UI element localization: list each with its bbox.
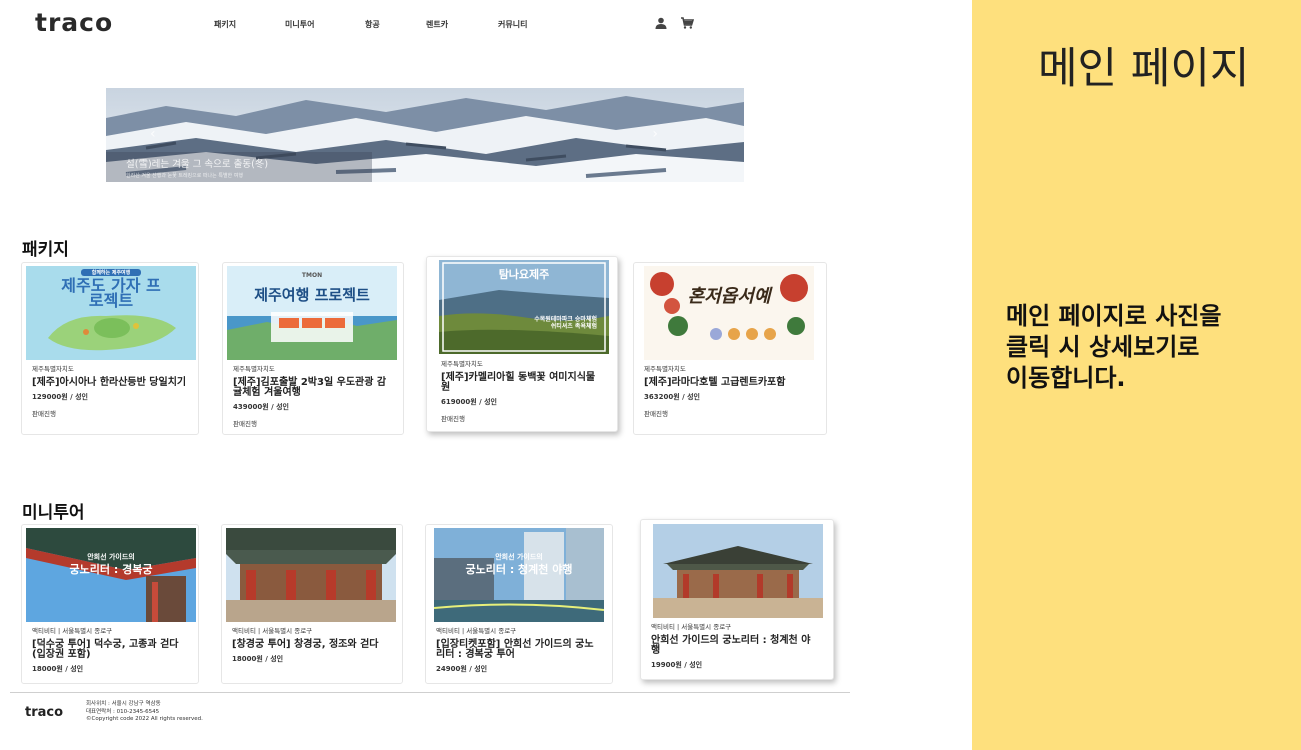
nav-item-package[interactable]: 패키지 [214,19,236,30]
footer-copyright: ©Copyright code 2022 All rights reserved… [86,716,203,722]
banner-next-icon[interactable]: › [652,126,658,142]
package-region: 제주특별자치도 [644,365,686,373]
package-price: 363200원 / 성인 [644,393,700,401]
cart-icon[interactable] [680,16,694,30]
minitour-image-text: 궁노리터 : 경복궁 [69,563,153,576]
package-image-text: 혼저옵서예 [687,286,771,307]
package-section-title: 패키지 [22,240,69,260]
minitour-region: 액티비티 | 서울특별시 종로구 [232,627,313,635]
banner-caption: 설(雪)레는 겨울 그 속으로 출동(冬) 한라산 겨울 산행과 눈꽃 트레킹으… [106,152,372,182]
minitour-card-image[interactable] [653,524,823,618]
site-main: traco 패키지 미니투어 항공 렌트카 커뮤니티 ‹ › 설(雪)레는 겨울… [0,0,972,750]
annotation-title: 메인 페이지 [1038,44,1250,94]
minitour-section-title: 미니투어 [22,503,85,523]
package-status: 판매진행 [441,415,465,423]
main-banner[interactable]: ‹ › 설(雪)레는 겨울 그 속으로 출동(冬) 한라산 겨울 산행과 눈꽃 … [106,88,744,182]
footer-divider [10,692,850,693]
minitour-card-image[interactable] [226,528,396,622]
minitour-title[interactable]: 안희선 가이드의 궁노리터 : 청계천 야행 [651,636,811,656]
package-card-body: 제주특별자치도 [제주]라마다호텔 고급렌트카포함 363200원 / 성인 판… [644,363,804,418]
minitour-card-body: 액티비티 | 서울특별시 종로구 안희선 가이드의 궁노리터 : 청계천 야행 … [651,621,811,670]
annotation-line: 클릭 시 상세보기로 [1006,333,1200,361]
package-card-image[interactable]: 탐나요제주 수목원테마파크 승마체험 쉬티셔츠 족욕체험 [439,260,609,354]
minitour-region: 액티비티 | 서울특별시 종로구 [651,623,732,631]
package-image-text: 제주도 가자 프로젝트 [61,276,161,310]
package-status: 판매진행 [32,410,56,418]
package-price: 129000원 / 성인 [32,393,88,401]
package-price: 619000원 / 성인 [441,398,497,406]
banner-subtitle: 한라산 겨울 산행과 눈꽃 트레킹으로 떠나는 특별한 여행 [126,173,243,179]
footer-info: 회사위치 : 서울시 강남구 역삼동 대표연락처 : 010-2345-6545… [86,701,203,724]
header-icons [654,16,694,30]
package-card-body: 제주특별자치도 [제주]아시아나 한라산등반 당일치기 129000원 / 성인… [32,363,192,418]
annotation-line: 메인 페이지로 사진을 [1006,302,1222,330]
package-image-badge: TMON [301,272,323,279]
nav-item-flight[interactable]: 항공 [365,19,380,30]
user-icon[interactable] [654,16,668,30]
minitour-card-image[interactable]: 안희선 가이드의 궁노리터 : 경복궁 [26,528,196,622]
package-status: 판매진행 [233,420,257,428]
package-image-badge: 함께하는 제주여행 [91,270,131,276]
banner-prev-icon[interactable]: ‹ [150,126,156,142]
package-title[interactable]: [제주]카멜리아힐 동백꽃 여미지식물원 [441,373,601,393]
package-image-text: 탐나요제주 [498,268,550,281]
annotation-description: 메인 페이지로 사진을 클릭 시 상세보기로 이동합니다. [1006,301,1296,394]
minitour-card-body: 액티비티 | 서울특별시 종로구 [창경궁 투어] 창경궁, 정조와 걷다 18… [232,625,392,664]
minitour-title[interactable]: [덕수궁 투어] 덕수궁, 고종과 걷다 (입장권 포함) [32,640,192,660]
package-price: 439000원 / 성인 [233,403,289,411]
minitour-price: 18000원 / 성인 [32,665,84,673]
nav-item-minitour[interactable]: 미니투어 [285,19,314,30]
nav-item-rentcar[interactable]: 렌트카 [426,19,448,30]
package-title[interactable]: [제주]김포출발 2박3일 우도관광 감귤체험 겨울여행 [233,378,393,398]
package-region: 제주특별자치도 [233,365,275,373]
footer-phone: 대표연락처 : 010-2345-6545 [86,708,160,715]
package-card[interactable]: 함께하는 제주여행 제주도 가자 프로젝트 제주특별자치도 [제주]아시아나 한… [21,262,199,435]
minitour-card[interactable]: 액티비티 | 서울특별시 종로구 [창경궁 투어] 창경궁, 정조와 걷다 18… [221,524,403,684]
minitour-price: 18000원 / 성인 [232,655,284,663]
minitour-price: 19900원 / 성인 [651,661,703,669]
footer-address: 회사위치 : 서울시 강남구 역삼동 [86,701,161,707]
package-card-body: 제주특별자치도 [제주]김포출발 2박3일 우도관광 감귤체험 겨울여행 439… [233,363,393,428]
package-card-body: 제주특별자치도 [제주]카멜리아힐 동백꽃 여미지식물원 619000원 / 성… [441,358,601,423]
minitour-card-body: 액티비티 | 서울특별시 종로구 [입장티켓포함] 안희선 가이드의 궁노리터 … [436,625,596,674]
package-card-image[interactable]: 혼저옵서예 [644,266,814,360]
minitour-title[interactable]: [창경궁 투어] 창경궁, 정조와 걷다 [232,640,392,650]
package-image-text: 제주여행 프로젝트 [254,286,370,304]
package-card[interactable]: TMON 제주여행 프로젝트 제주특별자치도 [제주]김포출발 2박3일 우도관… [222,262,404,435]
package-region: 제주특별자치도 [32,365,74,373]
package-status: 판매진행 [644,410,668,418]
minitour-price: 24900원 / 성인 [436,665,488,673]
package-card[interactable]: 탐나요제주 수목원테마파크 승마체험 쉬티셔츠 족욕체험 제주특별자치도 [제주… [426,256,618,432]
package-title[interactable]: [제주]라마다호텔 고급렌트카포함 [644,378,804,388]
main-nav: 패키지 미니투어 항공 렌트카 커뮤니티 [0,19,700,31]
package-region: 제주특별자치도 [441,360,483,368]
annotation-line: 이동합니다. [1006,364,1126,392]
package-title[interactable]: [제주]아시아나 한라산등반 당일치기 [32,378,192,388]
minitour-card[interactable]: 안희선 가이드의 궁노리터 : 청계천 야행 액티비티 | 서울특별시 종로구 … [425,524,613,684]
minitour-card-body: 액티비티 | 서울특별시 종로구 [덕수궁 투어] 덕수궁, 고종과 걷다 (입… [32,625,192,674]
minitour-card[interactable]: 액티비티 | 서울특별시 종로구 안희선 가이드의 궁노리터 : 청계천 야행 … [640,519,834,680]
annotation-panel: 메인 페이지 메인 페이지로 사진을 클릭 시 상세보기로 이동합니다. [972,0,1301,750]
minitour-region: 액티비티 | 서울특별시 종로구 [32,627,113,635]
package-card-image[interactable]: TMON 제주여행 프로젝트 [227,266,397,360]
minitour-region: 액티비티 | 서울특별시 종로구 [436,627,517,635]
minitour-image-text: 궁노리터 : 청계천 야행 [465,563,573,576]
package-image-badge: 수목원테마파크 승마체험 쉬티셔츠 족욕체험 [534,316,597,330]
minitour-card[interactable]: 안희선 가이드의 궁노리터 : 경복궁 액티비티 | 서울특별시 종로구 [덕수… [21,524,199,684]
nav-item-community[interactable]: 커뮤니티 [498,19,527,30]
package-card[interactable]: 혼저옵서예 제주특별자치도 [제주]라마다호텔 고급렌트카포함 363200원 … [633,262,827,435]
minitour-card-image[interactable]: 안희선 가이드의 궁노리터 : 청계천 야행 [434,528,604,622]
banner-title: 설(雪)레는 겨울 그 속으로 출동(冬) [126,159,269,170]
minitour-title[interactable]: [입장티켓포함] 안희선 가이드의 궁노리터 : 경복궁 투어 [436,640,596,660]
package-card-image[interactable]: 함께하는 제주여행 제주도 가자 프로젝트 [26,266,196,360]
footer-logo[interactable]: traco [25,705,63,720]
